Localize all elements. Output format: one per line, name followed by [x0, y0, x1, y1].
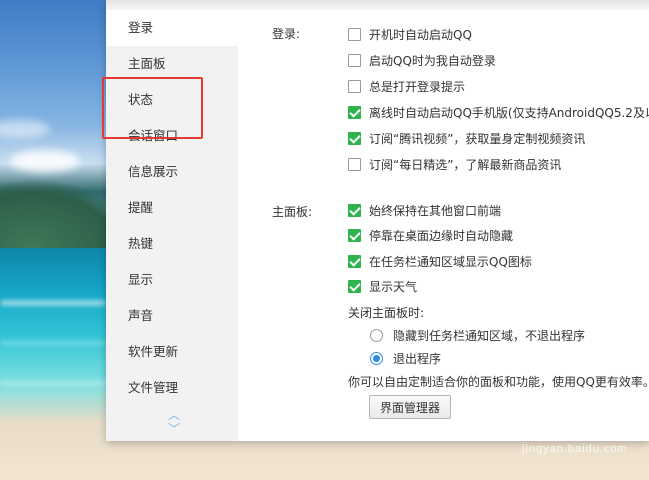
option-label: 在任务栏通知区域显示QQ图标: [369, 254, 532, 269]
checkbox-checked-icon[interactable]: [348, 279, 361, 293]
watermark-main: Baidu经验: [478, 413, 610, 443]
settings-window: 登录 主面板 状态 会话窗口 信息展示 提醒 热键 显示 声音 软件更新 文件管…: [106, 0, 649, 441]
option-label: 开机时自动启动QQ: [369, 27, 472, 42]
option-label: 总是打开登录提示: [369, 79, 466, 94]
radio-label: 隐藏到任务栏通知区域，不退出程序: [393, 328, 586, 343]
customize-hint: 你可以自由定制适合你的面板和功能，使用QQ更有效率。: [348, 375, 649, 389]
login-section-label: 登录:: [272, 27, 301, 41]
option-label: 离线时自动启动QQ手机版(仅支持AndroidQQ5.2及以: [369, 105, 649, 120]
option-autostart[interactable]: 开机时自动启动QQ: [348, 24, 472, 44]
sidebar-item-display[interactable]: 显示: [106, 262, 238, 298]
checkbox-icon[interactable]: [348, 157, 361, 171]
radio-selected-icon[interactable]: [370, 351, 383, 365]
settings-content: 登录: 开机时自动启动QQ 启动QQ时为我自动登录 总是打开登录提示 离线时自动…: [238, 10, 649, 441]
option-auto-login[interactable]: 启动QQ时为我自动登录: [348, 50, 496, 70]
chevron-up-icon[interactable]: ︿: [164, 408, 184, 422]
window-top-strip: [106, 0, 649, 10]
radio-exit-program[interactable]: 退出程序: [370, 348, 441, 368]
baidu-watermark: Baidu经验 jingyan.baidu.com: [478, 408, 648, 468]
sidebar-item-info-display[interactable]: 信息展示: [106, 154, 238, 190]
option-label: 启动QQ时为我自动登录: [369, 53, 496, 68]
option-offline-mobile-qq[interactable]: 离线时自动启动QQ手机版(仅支持AndroidQQ5.2及以: [348, 102, 649, 122]
option-subscribe-tencent-video[interactable]: 订阅“腾讯视频”，获取量身定制视频资讯: [348, 128, 585, 148]
checkbox-checked-icon[interactable]: [348, 203, 361, 217]
checkbox-checked-icon[interactable]: [348, 131, 361, 145]
sidebar-item-software-update[interactable]: 软件更新: [106, 334, 238, 370]
settings-sidebar: 登录 主面板 状态 会话窗口 信息展示 提醒 热键 显示 声音 软件更新 文件管…: [106, 10, 238, 441]
radio-hide-to-tray[interactable]: 隐藏到任务栏通知区域，不退出程序: [370, 325, 585, 345]
chevron-down-icon[interactable]: ﹀: [164, 422, 184, 436]
checkbox-icon[interactable]: [348, 27, 361, 41]
option-subscribe-daily-picks[interactable]: 订阅“每日精选”，了解最新商品资讯: [348, 154, 561, 174]
option-tray-icon[interactable]: 在任务栏通知区域显示QQ图标: [348, 251, 532, 271]
option-label: 始终保持在其他窗口前端: [369, 203, 502, 218]
interface-manager-button[interactable]: 界面管理器: [369, 395, 451, 419]
sidebar-item-reminder[interactable]: 提醒: [106, 190, 238, 226]
option-label: 订阅“每日精选”，了解最新商品资讯: [369, 157, 562, 172]
option-label: 显示天气: [369, 279, 418, 294]
sidebar-item-file-management[interactable]: 文件管理: [106, 370, 238, 406]
radio-icon[interactable]: [370, 328, 383, 342]
option-always-on-top[interactable]: 始终保持在其他窗口前端: [348, 200, 501, 220]
option-show-weather[interactable]: 显示天气: [348, 276, 417, 296]
watermark-sub: jingyan.baidu.com: [522, 443, 628, 455]
sidebar-item-login[interactable]: 登录: [106, 10, 238, 46]
main-panel-section-label: 主面板:: [272, 205, 313, 219]
option-login-prompt[interactable]: 总是打开登录提示: [348, 76, 465, 96]
checkbox-checked-icon[interactable]: [348, 228, 361, 242]
option-label: 停靠在桌面边缘时自动隐藏: [369, 228, 514, 243]
option-auto-hide-dock[interactable]: 停靠在桌面边缘时自动隐藏: [348, 225, 513, 245]
checkbox-checked-icon[interactable]: [348, 105, 361, 119]
highlight-annotation-box: [102, 77, 203, 139]
close-panel-label: 关闭主面板时:: [348, 306, 425, 320]
sidebar-item-hotkeys[interactable]: 热键: [106, 226, 238, 262]
desktop-background-left: [0, 0, 106, 480]
radio-label: 退出程序: [393, 351, 442, 366]
option-label: 订阅“腾讯视频”，获取量身定制视频资讯: [369, 131, 586, 146]
checkbox-checked-icon[interactable]: [348, 254, 361, 268]
sidebar-scroll-arrows: ︿ ﹀: [164, 408, 184, 448]
checkbox-icon[interactable]: [348, 79, 361, 93]
checkbox-icon[interactable]: [348, 53, 361, 67]
sidebar-item-sound[interactable]: 声音: [106, 298, 238, 334]
